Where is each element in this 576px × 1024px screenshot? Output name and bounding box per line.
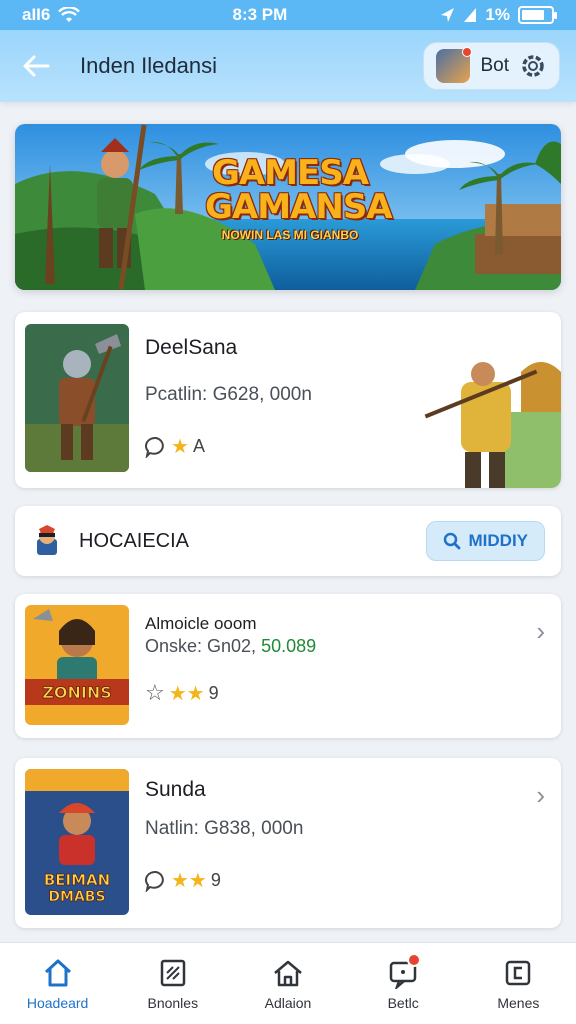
home-icon bbox=[44, 959, 71, 986]
back-button[interactable] bbox=[16, 46, 56, 86]
location-icon bbox=[441, 8, 455, 22]
featured-character-art bbox=[424, 362, 561, 488]
section-header: HOCAIECIA MIDDIY bbox=[15, 506, 561, 576]
signal-icon bbox=[464, 8, 477, 22]
list-item[interactable]: ZONINS Almoicle ooom Onske: Gn02, 50.089… bbox=[15, 594, 561, 738]
nav-label-menu: Menes bbox=[497, 994, 540, 1011]
character-icon bbox=[37, 525, 57, 555]
gear-icon[interactable] bbox=[519, 52, 547, 80]
notes-icon bbox=[160, 959, 186, 986]
back-arrow-icon bbox=[23, 55, 50, 77]
profile-name: Bot bbox=[480, 55, 509, 76]
star-outline-icon: ☆ bbox=[145, 680, 165, 705]
svg-text:BEIMAN: BEIMAN bbox=[44, 871, 110, 889]
chevron-right-icon: › bbox=[536, 616, 545, 646]
nav-label-chat: Betlc bbox=[387, 994, 419, 1011]
page-title: Inden Iledansi bbox=[80, 53, 217, 78]
house-icon bbox=[274, 960, 302, 986]
modify-button[interactable]: MIDDIY bbox=[425, 521, 545, 561]
chat-bubble-icon bbox=[145, 870, 164, 892]
bottom-nav: Hoadeard Bnonles Adlaion Betlc Menes bbox=[0, 942, 576, 1024]
section-title: HOCAIECIA bbox=[79, 529, 190, 552]
nav-item-menu[interactable]: Menes bbox=[468, 957, 568, 1011]
star-icon: ★ bbox=[171, 436, 189, 458]
list-item-subtitle: Onske: Gn02, 50.089 bbox=[145, 636, 317, 656]
chat-icon bbox=[387, 952, 422, 991]
avatar bbox=[436, 47, 473, 83]
status-time: 8:3 PM bbox=[232, 5, 288, 24]
featured-title: DeelSana bbox=[145, 336, 238, 359]
notification-dot bbox=[407, 952, 422, 967]
list-item-subtitle: Natlin: G838, 000n bbox=[145, 818, 304, 839]
list-item-rating: ★★ 9 bbox=[145, 868, 221, 893]
nav-item-home[interactable]: Hoadeard bbox=[8, 957, 108, 1011]
list-item[interactable]: BEIMAN DMABS Sunda Natlin: G838, 000n ★★… bbox=[15, 758, 561, 928]
battery-icon bbox=[517, 6, 557, 24]
featured-rating: ★ A bbox=[145, 434, 205, 459]
featured-subtitle: Pcatlin: G628, 000n bbox=[145, 384, 312, 405]
notification-badge bbox=[462, 47, 473, 57]
app-header: Inden Iledansi Bot bbox=[0, 30, 576, 102]
featured-game-card[interactable]: DeelSana Pcatlin: G628, 000n ★ A bbox=[15, 312, 561, 488]
list-item-rating: ☆ ★★ 9 bbox=[145, 680, 219, 706]
list-item-title: Almoicle ooom bbox=[145, 614, 257, 633]
nav-item-notes[interactable]: Bnonles bbox=[123, 957, 223, 1011]
chevron-right-icon: › bbox=[536, 780, 545, 810]
profile-button[interactable]: Bot bbox=[423, 42, 560, 90]
list-item-title: Sunda bbox=[145, 778, 206, 801]
menu-icon bbox=[506, 960, 531, 985]
nav-label-notes: Bnonles bbox=[147, 994, 199, 1011]
banner-subtitle: NOWIN LAS MI GIANBO bbox=[221, 228, 359, 242]
list-item-thumbnail: BEIMAN DMABS bbox=[25, 769, 129, 915]
nav-label-house: Adlaion bbox=[264, 994, 312, 1011]
star-icon: ★★ bbox=[168, 682, 205, 705]
featured-rating-text: A bbox=[192, 436, 205, 456]
svg-text:ZONINS: ZONINS bbox=[42, 683, 111, 702]
list-item-thumbnail: ZONINS bbox=[25, 605, 129, 725]
nav-item-chat[interactable]: Betlc bbox=[353, 952, 453, 1011]
svg-text:DMABS: DMABS bbox=[48, 889, 105, 905]
modify-button-label: MIDDIY bbox=[468, 531, 529, 550]
battery-percent: 1% bbox=[485, 5, 510, 24]
chat-bubble-icon bbox=[145, 436, 164, 458]
list-item-rating-text: 9 bbox=[208, 682, 219, 703]
featured-thumbnail bbox=[25, 324, 129, 472]
banner-title: GAMESA GAMANSA bbox=[205, 153, 393, 227]
nav-label-home: Hoadeard bbox=[26, 994, 89, 1011]
list-item-rating-text: 9 bbox=[210, 870, 221, 890]
nav-item-house[interactable]: Adlaion bbox=[238, 957, 338, 1011]
wifi-icon bbox=[58, 7, 81, 22]
star-icon: ★★ bbox=[171, 870, 207, 892]
carrier-text: aII6 bbox=[22, 5, 51, 24]
promo-banner[interactable]: GAMESA GAMANSA NOWIN LAS MI GIANBO bbox=[15, 124, 561, 290]
search-icon bbox=[443, 532, 460, 550]
status-bar: aII6 8:3 PM 1% bbox=[0, 0, 576, 30]
